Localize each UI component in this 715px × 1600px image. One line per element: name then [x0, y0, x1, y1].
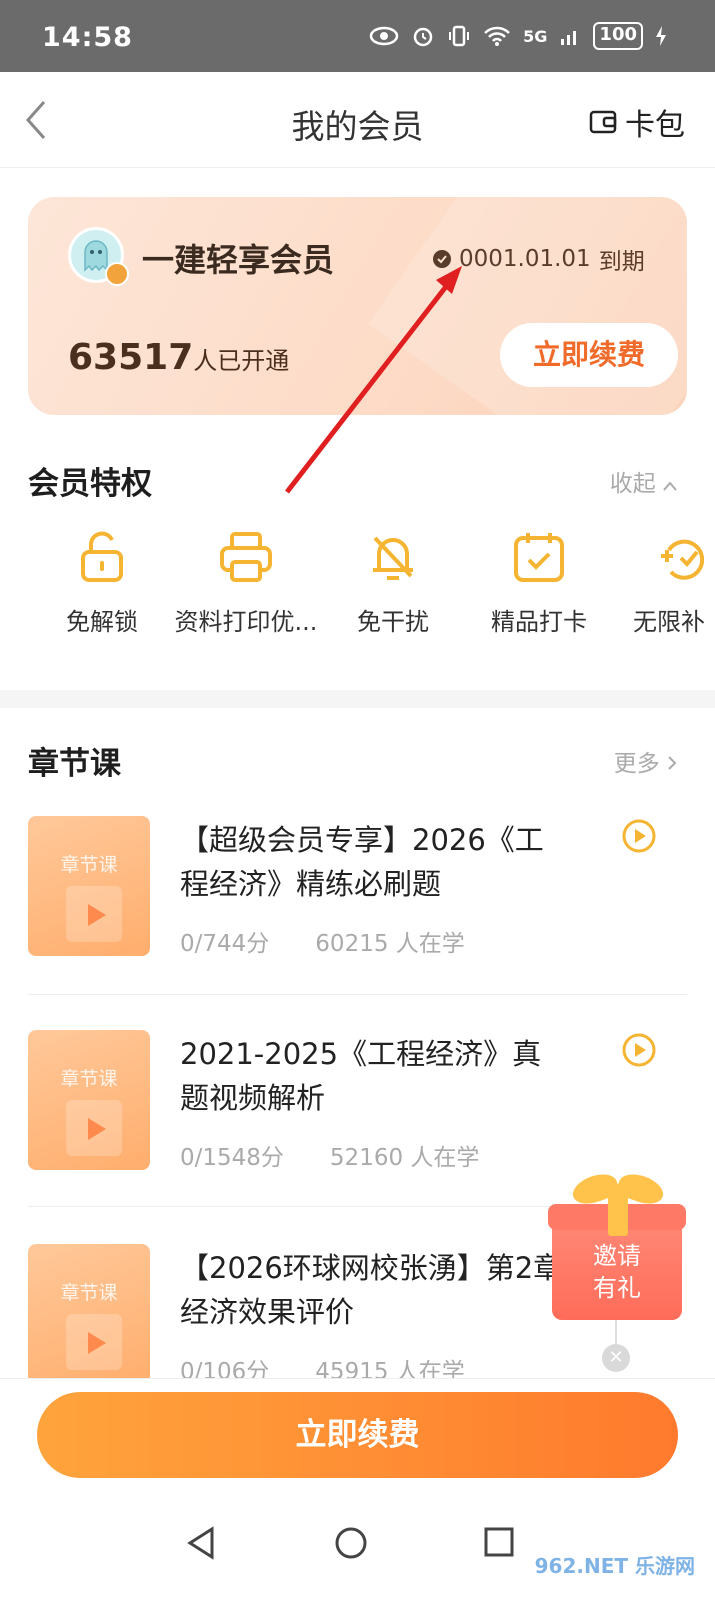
members-count-label: 人已开通 — [193, 347, 290, 375]
course-title: 【2026环球网校张湧】第2章 经济效果评价 — [180, 1251, 563, 1329]
course-item[interactable]: 章节课 2021-2025《工程经济》真题视频解析 0/1548分 52160 … — [28, 1030, 687, 1172]
card-renew-button[interactable]: 立即续费 — [500, 323, 678, 387]
calendar-check-icon — [514, 533, 564, 582]
gift-line1: 邀请 — [593, 1242, 641, 1270]
gift-text: 邀请 有礼 — [552, 1240, 682, 1304]
wifi-icon — [484, 26, 511, 46]
status-bar: 14:58 5G 100 — [0, 0, 715, 72]
thumbnail-label: 章节课 — [60, 1282, 118, 1304]
collapse-label: 收起 — [609, 471, 656, 497]
privileges-title: 会员特权 — [28, 466, 152, 502]
privilege-no-disturb[interactable]: 免干扰 — [313, 530, 473, 637]
course-title: 2021-2025《工程经济》真题视频解析 — [180, 1037, 542, 1115]
chevron-right-icon — [668, 756, 677, 770]
thumbnail-label: 章节课 — [60, 1068, 118, 1090]
thumbnail-label: 章节课 — [60, 854, 118, 876]
more-label: 更多 — [613, 751, 660, 777]
privilege-print[interactable]: 资料打印优... — [166, 530, 326, 637]
members-count: 63517人已开通 — [68, 337, 289, 378]
check-circle-icon — [433, 250, 451, 268]
gift-connector — [615, 1320, 617, 1346]
course-item[interactable]: 章节课 【超级会员专享】2026《工程经济》精练必刷题 0/744分 60215… — [28, 816, 687, 958]
nav-bar: 我的会员 卡包 — [0, 72, 715, 168]
refresh-check-icon — [661, 539, 705, 580]
gift-line2: 有礼 — [593, 1274, 641, 1302]
section-divider — [0, 690, 715, 708]
more-link[interactable]: 更多 — [614, 744, 677, 778]
course-learners: 60215 人在学 — [315, 931, 465, 957]
status-icons: 5G 100 — [369, 22, 667, 50]
circle-home-icon — [335, 1527, 367, 1559]
course-meta: 0/744分 60215 人在学 — [180, 924, 465, 958]
course-thumbnail: 章节课 — [28, 1030, 150, 1170]
battery-level: 100 — [593, 22, 643, 50]
play-circle-icon[interactable] — [621, 818, 657, 854]
play-icon — [88, 1332, 106, 1354]
network-label: 5G — [523, 26, 548, 46]
expire-date: 0001.01.01 — [459, 246, 591, 272]
privilege-checkin[interactable]: 精品打卡 — [459, 530, 619, 637]
gift-ribbon — [608, 1186, 628, 1236]
list-divider — [28, 994, 687, 995]
chevron-up-icon — [663, 481, 677, 491]
privilege-label: 精品打卡 — [491, 608, 587, 636]
bell-off-icon — [373, 536, 413, 580]
avatar — [68, 227, 129, 286]
course-score: 0/106分 — [180, 1359, 270, 1378]
crown-badge-icon — [105, 262, 129, 286]
privilege-label: 无限补 — [633, 608, 705, 636]
nav-recents-button[interactable] — [483, 1526, 515, 1562]
alarm-icon — [413, 27, 433, 47]
privilege-label: 免解锁 — [66, 608, 138, 636]
members-count-number: 63517 — [68, 337, 194, 378]
course-thumbnail: 章节课 — [28, 1244, 150, 1378]
privilege-label: 免干扰 — [357, 608, 429, 636]
triangle-back-icon — [187, 1526, 214, 1560]
wallet-button[interactable]: 卡包 — [589, 100, 685, 144]
renew-button[interactable]: 立即续费 — [37, 1392, 678, 1478]
nav-back-button[interactable] — [186, 1526, 216, 1564]
privilege-label: 资料打印优... — [174, 608, 318, 636]
course-meta: 0/1548分 52160 人在学 — [180, 1138, 479, 1172]
square-recents-icon — [484, 1527, 514, 1557]
nav-home-button[interactable] — [334, 1526, 368, 1564]
expire-suffix: 到期 — [598, 249, 645, 275]
privilege-unlimited[interactable]: 无限补 — [605, 530, 715, 637]
course-score: 0/744分 — [180, 931, 270, 957]
eye-icon — [369, 26, 399, 46]
collapse-toggle[interactable]: 收起 — [610, 464, 677, 498]
expire-info: 0001.01.01 到期 — [433, 242, 645, 276]
vibrate-icon — [449, 25, 470, 47]
privilege-unlock[interactable]: 免解锁 — [22, 530, 182, 637]
signal-icon — [561, 31, 577, 45]
membership-title: 一建轻享会员 — [142, 241, 335, 279]
play-icon — [88, 1118, 106, 1140]
member-card: 一建轻享会员 0001.01.01 到期 63517人已开通 立即续费 — [28, 197, 687, 415]
course-learners: 52160 人在学 — [329, 1145, 480, 1171]
unlock-icon — [81, 531, 123, 582]
watermark: 962.NET 乐游网 — [534, 1554, 695, 1578]
course-thumbnail: 章节课 — [28, 816, 150, 956]
play-icon — [88, 904, 106, 926]
course-score: 0/1548分 — [180, 1145, 284, 1171]
close-icon[interactable]: ✕ — [602, 1344, 630, 1372]
play-circle-icon[interactable] — [621, 1032, 657, 1068]
course-learners: 45915 人在学 — [315, 1359, 465, 1378]
chapter-title: 章节课 — [28, 746, 121, 782]
printer-icon — [220, 532, 272, 582]
status-time: 14:58 — [42, 22, 133, 53]
wallet-icon — [589, 110, 617, 134]
wallet-label: 卡包 — [625, 108, 685, 143]
course-meta: 0/106分 45915 人在学 — [180, 1352, 465, 1378]
charging-icon — [656, 26, 666, 46]
privileges-list: 免解锁 资料打印优... 免干扰 精品打卡 无限补 — [0, 530, 715, 650]
course-title: 【超级会员专享】2026《工程经济》精练必刷题 — [180, 823, 544, 901]
